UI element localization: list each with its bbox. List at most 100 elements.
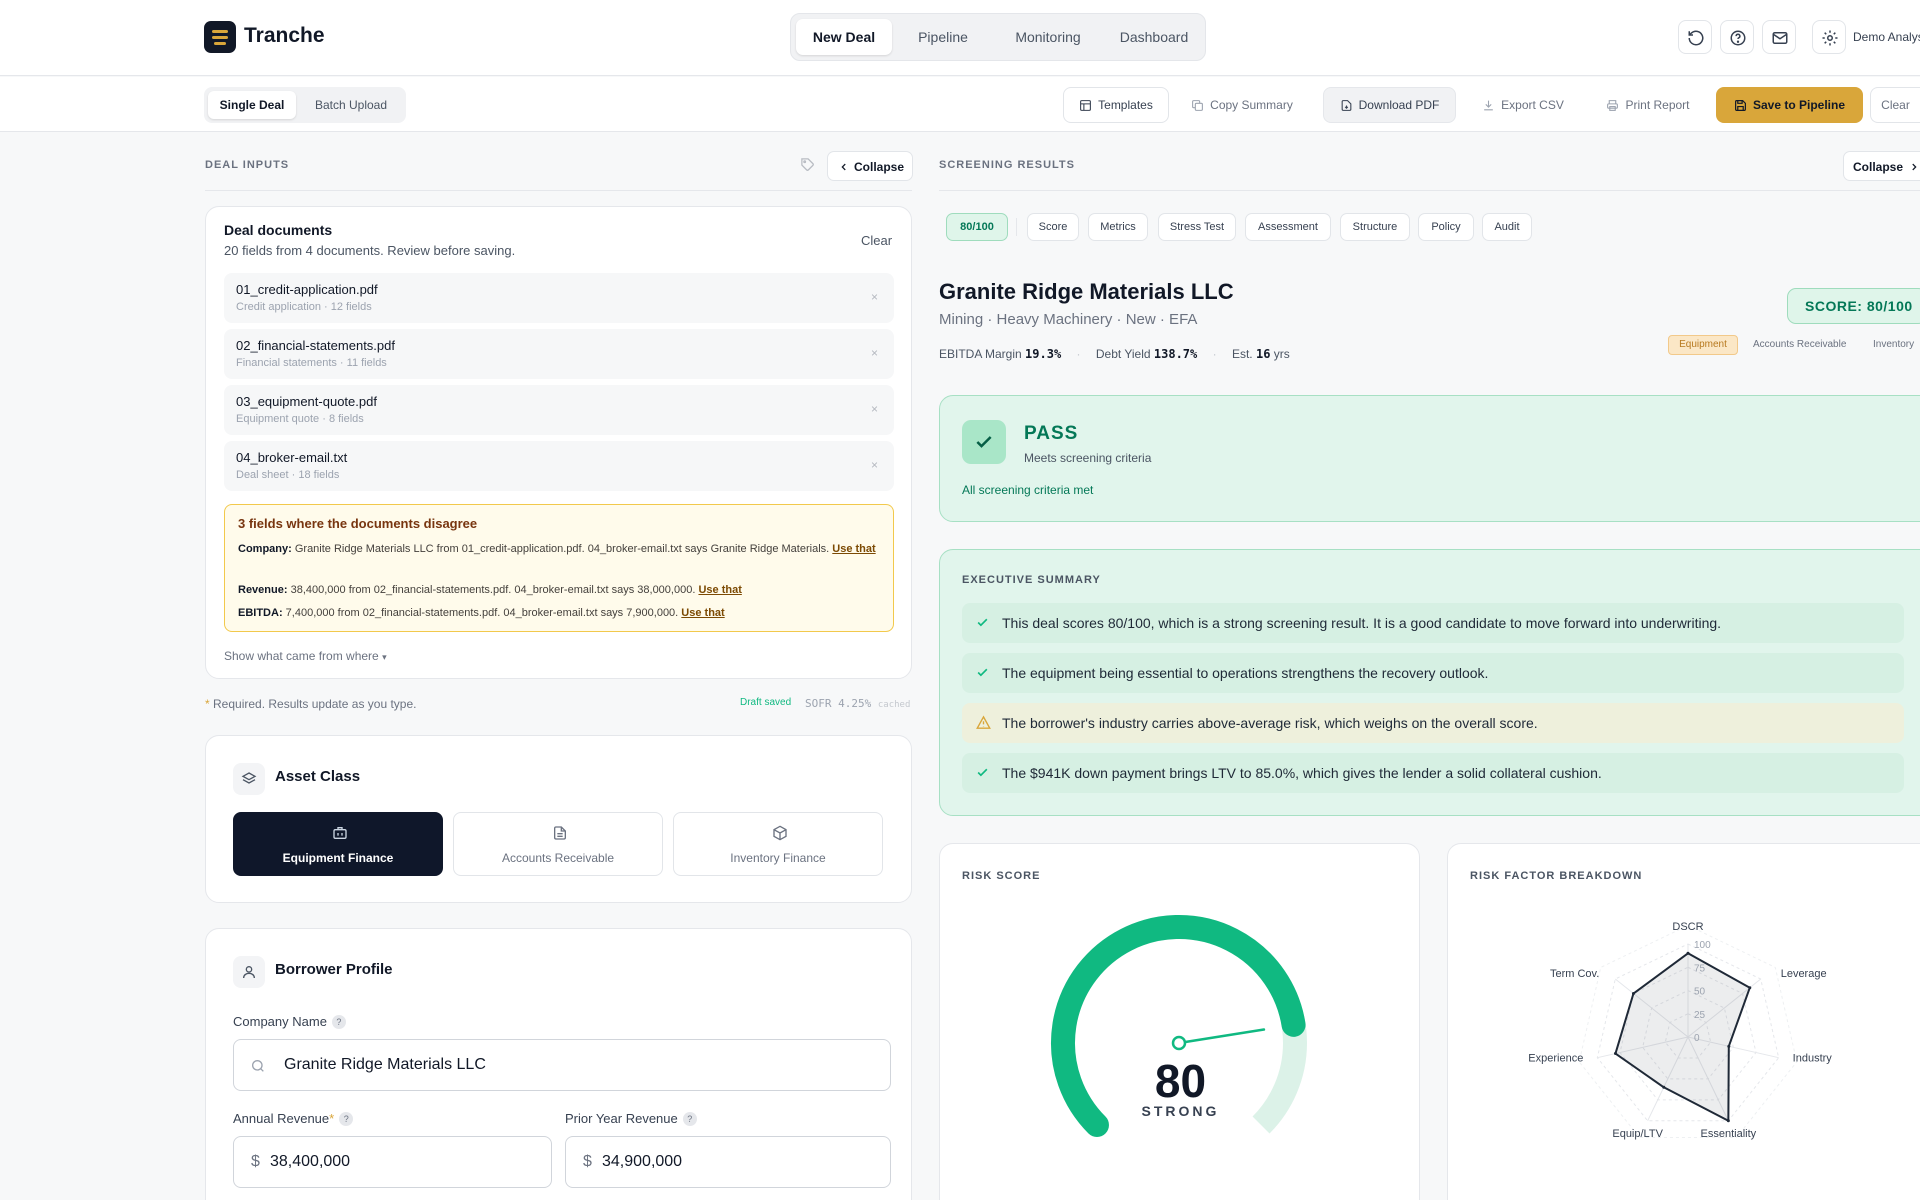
tab-monitoring[interactable]: Monitoring xyxy=(994,19,1102,55)
risk-factor-card: RISK FACTOR BREAKDOWN 0 25 50 75 100 DSCR Leve… xyxy=(1447,843,1920,1200)
help-icon[interactable]: ? xyxy=(682,1112,697,1126)
warning-icon xyxy=(976,715,991,729)
tab-new-deal[interactable]: New Deal xyxy=(796,19,892,55)
asset-inventory-finance[interactable]: Inventory Finance xyxy=(673,812,883,876)
conflicts-panel: 3 fields where the documents disagree Co… xyxy=(224,504,894,632)
print-report-button[interactable]: Print Report xyxy=(1592,87,1704,123)
logo-icon xyxy=(204,21,236,53)
user-label[interactable]: Demo Analyst xyxy=(1853,30,1920,44)
printer-icon xyxy=(1607,99,1619,111)
borrower-profile-title: Borrower Profile xyxy=(275,961,393,978)
divider xyxy=(1016,218,1017,236)
pill-assessment[interactable]: Assessment xyxy=(1245,213,1331,241)
asset-equipment-finance[interactable]: Equipment Finance xyxy=(233,812,443,876)
summary-item: The borrower's industry carries above-av… xyxy=(962,703,1904,743)
undo-button[interactable] xyxy=(1678,20,1712,54)
main-nav: New Deal Pipeline Monitoring Dashboard xyxy=(790,13,1206,61)
pill-audit[interactable]: Audit xyxy=(1482,213,1532,241)
use-that-link[interactable]: Use that xyxy=(832,543,875,555)
templates-button[interactable]: Templates xyxy=(1063,87,1169,123)
check-icon xyxy=(962,420,1006,464)
document-row[interactable]: 04_broker-email.txt Deal sheet · 18 field… xyxy=(224,441,894,491)
download-icon xyxy=(1484,100,1493,110)
tab-pipeline[interactable]: Pipeline xyxy=(896,19,990,55)
remove-document-icon[interactable]: × xyxy=(871,346,878,360)
gauge-needle xyxy=(1177,1028,1266,1045)
pill-policy[interactable]: Policy xyxy=(1418,213,1474,241)
chevron-down-icon: ▾ xyxy=(382,652,387,662)
verdict-subtitle: Meets screening criteria xyxy=(1024,451,1152,465)
conflict-company: Company: Granite Ridge Materials LLC fro… xyxy=(238,543,876,555)
pill-metrics[interactable]: Metrics xyxy=(1088,213,1148,241)
download-pdf-button[interactable]: Download PDF xyxy=(1323,87,1456,123)
asset-accounts-receivable[interactable]: Accounts Receivable xyxy=(453,812,663,876)
settings-button[interactable] xyxy=(1812,20,1846,54)
document-meta: Deal sheet · 18 fields xyxy=(236,469,340,481)
asset-tag-inventory: Inventory xyxy=(1873,339,1915,350)
clear-button[interactable]: Clear xyxy=(1870,87,1920,123)
remove-document-icon[interactable]: × xyxy=(871,458,878,472)
mode-switch: Single Deal Batch Upload xyxy=(204,87,406,123)
document-name: 04_broker-email.txt xyxy=(236,450,348,465)
document-row[interactable]: 01_credit-application.pdf Credit applicat… xyxy=(224,273,894,323)
deal-documents-title: Deal documents xyxy=(224,222,333,238)
show-sources-toggle[interactable]: Show what came from where ▾ xyxy=(224,649,387,663)
prior-year-revenue-input[interactable]: $ 34,900,000 xyxy=(565,1136,891,1188)
document-row[interactable]: 02_financial-statements.pdf Financial sta… xyxy=(224,329,894,379)
asset-tag-equipment: Equipment xyxy=(1668,335,1738,355)
divider xyxy=(939,190,1920,191)
collapse-results-button[interactable]: Collapse xyxy=(1843,151,1920,181)
help-icon[interactable]: ? xyxy=(339,1112,354,1126)
app-name: Tranche xyxy=(244,24,325,47)
sofr-rate: SOFR 4.25% cached xyxy=(805,697,911,710)
company-meta: Mining · Heavy Machinery · New · EFA xyxy=(939,311,1198,328)
pill-stress-test[interactable]: Stress Test xyxy=(1158,213,1236,241)
summary-item: The equipment being essential to operati… xyxy=(962,653,1904,693)
required-note: * Required. Results update as you type. xyxy=(205,697,417,711)
risk-score-label: STRONG xyxy=(1141,1103,1220,1119)
search-icon xyxy=(251,1060,264,1072)
risk-score-value: 80 xyxy=(1154,1055,1207,1107)
mail-button[interactable] xyxy=(1762,20,1796,54)
risk-gauge xyxy=(1051,915,1307,1138)
draft-saved-status: Draft saved xyxy=(740,697,792,708)
remove-document-icon[interactable]: × xyxy=(871,290,878,304)
mode-batch-upload[interactable]: Batch Upload xyxy=(300,91,402,119)
tab-dashboard[interactable]: Dashboard xyxy=(1106,19,1202,55)
radar-category-label: Leverage xyxy=(1781,968,1827,980)
help-button[interactable] xyxy=(1720,20,1754,54)
mode-single-deal[interactable]: Single Deal xyxy=(208,91,296,119)
asset-class-card: Asset Class Equipment Finance Accounts R… xyxy=(205,735,912,903)
document-name: 01_credit-application.pdf xyxy=(236,282,378,297)
radar-point xyxy=(1662,1085,1666,1089)
annual-revenue-input[interactable]: $ 38,400,000 xyxy=(233,1136,552,1188)
document-row[interactable]: 03_equipment-quote.pdf Equipment quote · … xyxy=(224,385,894,435)
use-that-link[interactable]: Use that xyxy=(698,584,741,596)
company-name-input[interactable]: Granite Ridge Materials LLC xyxy=(233,1039,891,1091)
radar-category-label: Essentiality xyxy=(1701,1128,1757,1140)
screening-results-title: SCREENING RESULTS xyxy=(939,159,1075,171)
check-icon xyxy=(977,768,988,777)
export-csv-button[interactable]: Export CSV xyxy=(1470,87,1576,123)
collapse-inputs-button[interactable]: Collapse xyxy=(827,151,913,181)
help-icon[interactable]: ? xyxy=(331,1015,346,1029)
save-icon xyxy=(1734,99,1746,111)
executive-summary-title: EXECUTIVE SUMMARY xyxy=(962,574,1101,586)
use-that-link[interactable]: Use that xyxy=(681,607,724,619)
layers-icon xyxy=(233,763,265,795)
company-title: Granite Ridge Materials LLC xyxy=(939,279,1234,304)
deal-documents-card: Deal documents 20 fields from 4 document… xyxy=(205,206,912,679)
remove-document-icon[interactable]: × xyxy=(871,402,878,416)
pill-structure[interactable]: Structure xyxy=(1340,213,1410,241)
pill-score[interactable]: Score xyxy=(1027,213,1079,241)
deal-inputs-title: DEAL INPUTS xyxy=(205,159,290,171)
radar-point xyxy=(1613,1052,1617,1056)
save-to-pipeline-button[interactable]: Save to Pipeline xyxy=(1716,87,1863,123)
clear-documents-button[interactable]: Clear xyxy=(861,233,892,248)
top-bar: Tranche New Deal Pipeline Monitoring Das… xyxy=(0,0,1920,76)
radar-tick-label: 50 xyxy=(1694,987,1706,998)
company-name-label: Company Name? xyxy=(233,1014,346,1029)
copy-summary-button[interactable]: Copy Summary xyxy=(1180,87,1304,123)
check-icon xyxy=(977,668,988,677)
pill-score-summary[interactable]: 80/100 xyxy=(946,213,1008,241)
